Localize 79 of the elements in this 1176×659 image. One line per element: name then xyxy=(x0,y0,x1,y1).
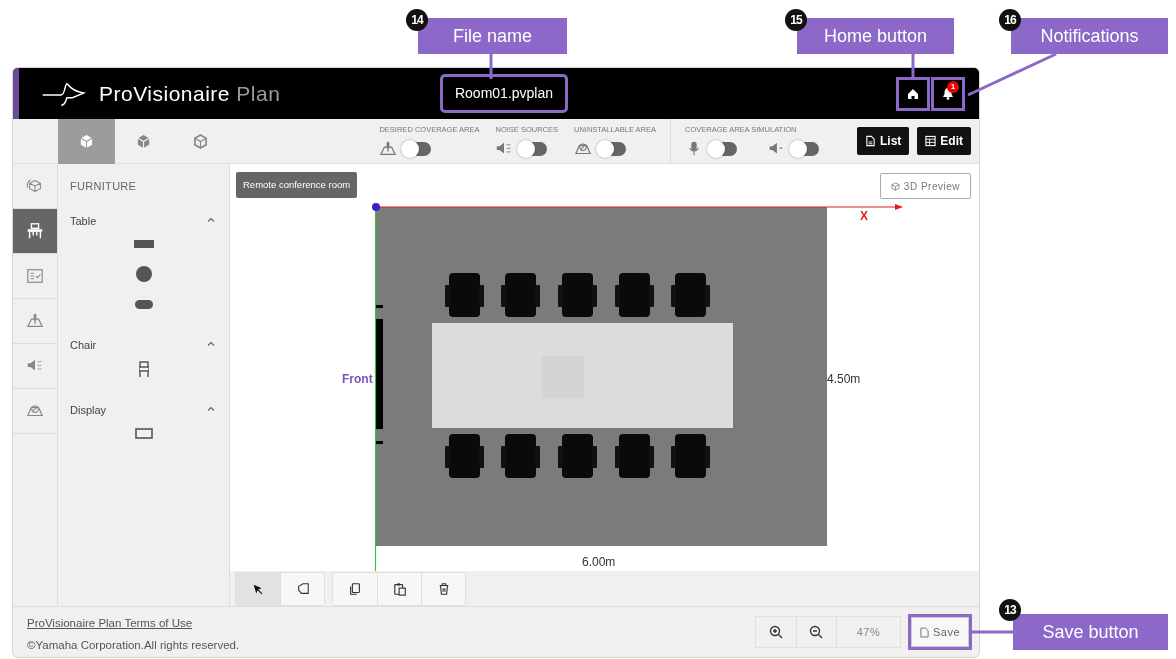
preview-button[interactable]: 3D Preview xyxy=(879,173,971,199)
paste-icon xyxy=(392,581,407,596)
section-title: Display xyxy=(70,402,107,418)
document-icon xyxy=(919,626,929,638)
chair[interactable] xyxy=(615,434,654,478)
cube-rotate-icon xyxy=(26,177,44,195)
file-name: Room01.pvplan xyxy=(442,77,566,110)
table-icon[interactable] xyxy=(133,240,154,248)
terms-link[interactable]: ProVisionaire Plan Terms of Use xyxy=(27,614,193,633)
chevron-icon xyxy=(207,216,215,222)
desk-icon xyxy=(26,222,44,240)
mic-area-icon xyxy=(379,139,398,158)
dimension-label: 4.50m xyxy=(827,371,861,388)
toggle-switch[interactable] xyxy=(403,141,432,156)
callout-number: 13 xyxy=(999,599,1021,621)
chevron-icon xyxy=(207,341,215,347)
display[interactable] xyxy=(375,305,383,444)
home-button[interactable] xyxy=(899,79,927,108)
edit-button[interactable]: Edit xyxy=(917,127,971,155)
copyright-text: ©Yamaha Corporation.All rights reserved. xyxy=(27,637,241,653)
tool-button[interactable] xyxy=(377,572,421,605)
zoom-level: 47% xyxy=(835,617,900,647)
origin-point[interactable] xyxy=(372,203,380,211)
notification-button[interactable]: 1 xyxy=(934,79,962,108)
room-name: Remote conference room xyxy=(236,172,358,199)
chair[interactable] xyxy=(671,434,710,478)
toggle-switch[interactable] xyxy=(791,141,819,156)
toggle-switch[interactable] xyxy=(709,141,737,156)
cube-icon xyxy=(890,181,900,191)
oval-table-icon[interactable] xyxy=(134,299,153,309)
callout-number: 16 xyxy=(999,9,1021,31)
chevron-icon xyxy=(207,405,215,411)
chair[interactable] xyxy=(671,273,710,317)
tool-button[interactable] xyxy=(236,572,280,605)
tool-button[interactable] xyxy=(421,572,465,605)
document-icon xyxy=(865,135,876,147)
front-label: Front xyxy=(342,371,373,388)
leader-line xyxy=(971,630,1013,634)
callout-number: 14 xyxy=(406,9,428,31)
section-title: Chair xyxy=(70,338,97,353)
chair[interactable] xyxy=(501,434,540,478)
round-table-icon[interactable] xyxy=(135,266,152,282)
zoom-out-icon xyxy=(809,625,824,639)
callout-label: Save button xyxy=(1013,614,1168,650)
dimension-label: 6.00m xyxy=(582,554,616,571)
chair[interactable] xyxy=(558,273,597,317)
grid-icon xyxy=(925,135,937,147)
chair[interactable] xyxy=(615,273,654,317)
list-button[interactable]: List xyxy=(857,127,910,155)
cube-icon xyxy=(136,134,151,149)
mic-area-icon xyxy=(26,312,44,330)
notification-badge: 1 xyxy=(947,80,959,93)
toggle-switch[interactable] xyxy=(598,141,626,156)
sidebar-tab[interactable] xyxy=(13,209,57,254)
collapse-toggle[interactable] xyxy=(207,216,217,225)
chair[interactable] xyxy=(445,273,484,317)
panel-heading: FURNITURE xyxy=(70,179,138,194)
chair-icon[interactable] xyxy=(138,360,149,377)
checklist-icon xyxy=(26,267,44,285)
tool-button[interactable] xyxy=(280,572,324,605)
save-button[interactable]: Save xyxy=(910,617,969,647)
toggle-switch[interactable] xyxy=(519,141,548,156)
chair[interactable] xyxy=(558,434,597,478)
view-tab[interactable] xyxy=(58,119,115,164)
app-title: ProVisionaire Plan xyxy=(99,80,281,107)
cube-icon xyxy=(79,134,94,149)
cube-icon xyxy=(193,134,208,149)
tool-button[interactable] xyxy=(333,572,377,605)
chair[interactable] xyxy=(501,273,540,317)
home-icon xyxy=(907,87,919,100)
section-title: Table xyxy=(70,213,97,229)
callout-number: 15 xyxy=(785,9,807,31)
display-icon[interactable] xyxy=(134,427,153,439)
chair[interactable] xyxy=(445,434,484,478)
collapse-toggle[interactable] xyxy=(207,405,217,414)
zoom-in-icon xyxy=(768,625,783,639)
axis-label: X xyxy=(860,208,868,225)
copy-icon xyxy=(348,581,362,596)
shape-draw-icon xyxy=(295,581,310,596)
